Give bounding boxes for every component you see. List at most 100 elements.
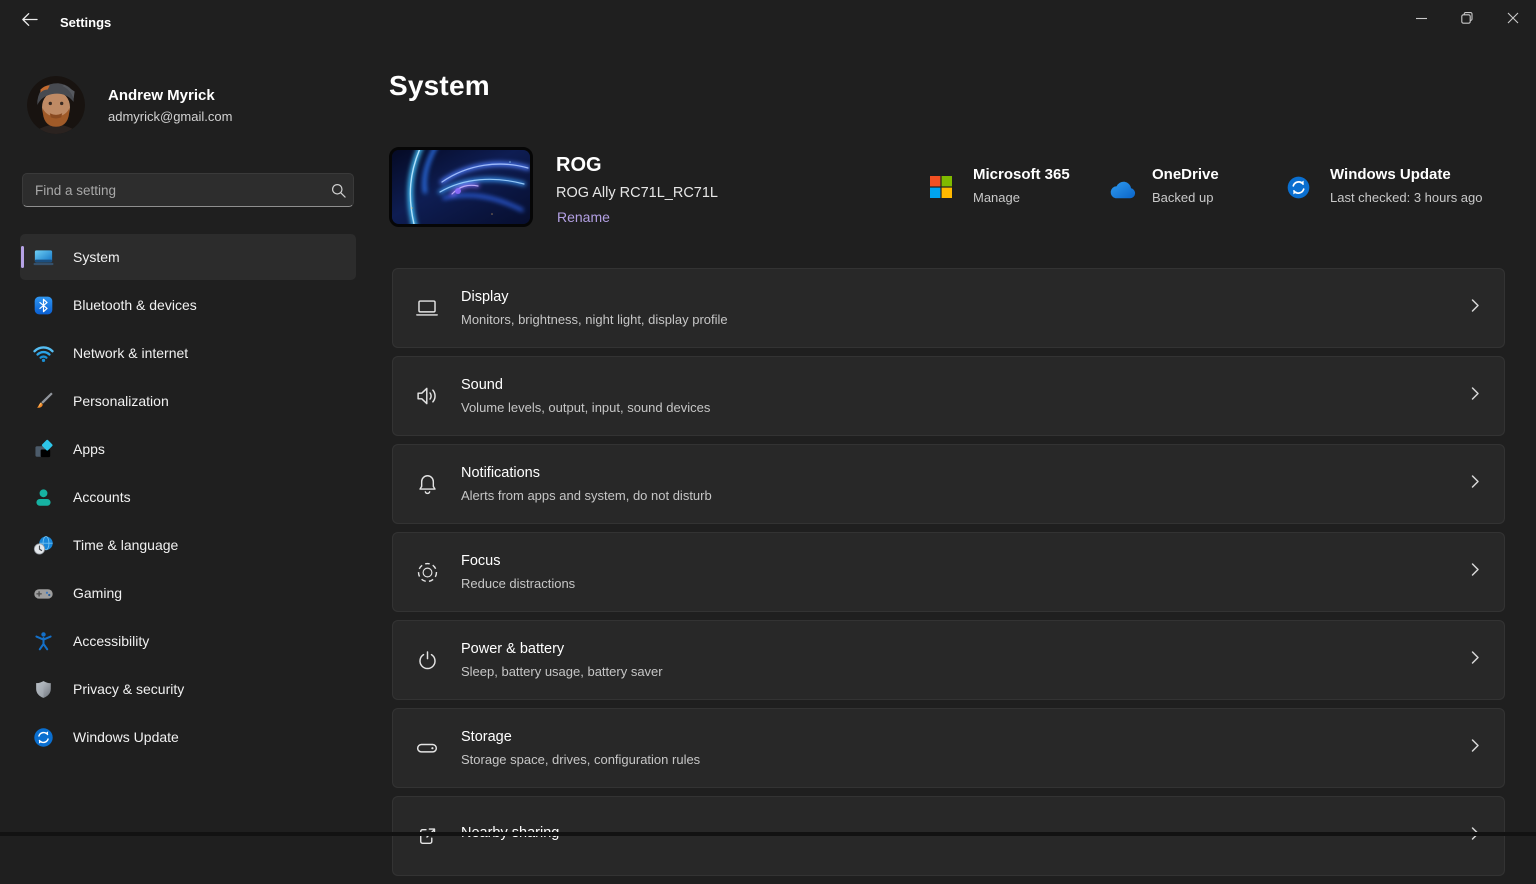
status-subtitle: Manage <box>973 190 1070 205</box>
sidebar-nav: System Bluetooth & devices <box>20 234 356 762</box>
row-title: Display <box>461 289 728 305</box>
sidebar-item-network-internet[interactable]: Network & internet <box>20 330 356 376</box>
sidebar-item-label: Bluetooth & devices <box>73 297 197 313</box>
notifications-bell-icon <box>414 471 440 497</box>
sidebar-item-label: Gaming <box>73 585 122 601</box>
paintbrush-icon <box>32 390 55 413</box>
sidebar-item-label: Network & internet <box>73 345 188 361</box>
sidebar-item-time-language[interactable]: Time & language <box>20 522 356 568</box>
sidebar-item-system[interactable]: System <box>20 234 356 280</box>
row-subtitle: Sleep, battery usage, battery saver <box>461 664 663 679</box>
selection-indicator <box>21 246 24 268</box>
settings-row-nearby-sharing[interactable]: Nearby sharing <box>392 796 1505 876</box>
sidebar-item-label: Privacy & security <box>73 681 184 697</box>
settings-window: Settings <box>0 0 1536 836</box>
chevron-right-icon <box>1468 562 1482 583</box>
bluetooth-icon <box>32 294 55 317</box>
microsoft-365-icon <box>929 175 953 204</box>
settings-rows: Display Monitors, brightness, night ligh… <box>392 268 1505 884</box>
sidebar-item-accessibility[interactable]: Accessibility <box>20 618 356 664</box>
titlebar: Settings <box>0 0 1536 44</box>
sidebar-item-label: System <box>73 249 120 265</box>
row-title: Power & battery <box>461 641 663 657</box>
sidebar-item-apps[interactable]: Apps <box>20 426 356 472</box>
settings-row-display[interactable]: Display Monitors, brightness, night ligh… <box>392 268 1505 348</box>
nearby-sharing-icon <box>414 823 440 849</box>
apps-icon <box>32 438 55 461</box>
status-card-onedrive[interactable]: OneDrive Backed up <box>1152 166 1219 205</box>
sidebar-item-personalization[interactable]: Personalization <box>20 378 356 424</box>
back-arrow-icon <box>21 12 38 32</box>
user-email: admyrick@gmail.com <box>108 109 232 124</box>
row-title: Focus <box>461 553 575 569</box>
user-name: Andrew Myrick <box>108 87 215 104</box>
window-title: Settings <box>60 0 111 44</box>
close-icon <box>1507 12 1519 24</box>
row-title: Storage <box>461 729 700 745</box>
minimize-icon <box>1416 13 1427 24</box>
status-title: Microsoft 365 <box>973 166 1070 183</box>
row-title: Sound <box>461 377 710 393</box>
row-subtitle: Alerts from apps and system, do not dist… <box>461 488 712 503</box>
minimize-button[interactable] <box>1398 0 1444 36</box>
rename-link[interactable]: Rename <box>557 209 610 225</box>
sidebar-item-windows-update[interactable]: Windows Update <box>20 714 356 760</box>
row-subtitle: Storage space, drives, configuration rul… <box>461 752 700 767</box>
sidebar-item-privacy-security[interactable]: Privacy & security <box>20 666 356 712</box>
row-title: Notifications <box>461 465 712 481</box>
sidebar-item-label: Accounts <box>73 489 131 505</box>
sidebar-item-bluetooth-devices[interactable]: Bluetooth & devices <box>20 282 356 328</box>
sidebar-item-accounts[interactable]: Accounts <box>20 474 356 520</box>
sidebar-item-label: Windows Update <box>73 729 179 745</box>
status-title: OneDrive <box>1152 166 1219 183</box>
status-subtitle: Last checked: 3 hours ago <box>1330 190 1483 205</box>
search-icon[interactable] <box>323 183 353 198</box>
onedrive-icon <box>1107 180 1137 204</box>
shield-icon <box>32 678 55 701</box>
chevron-right-icon <box>1468 474 1482 495</box>
sidebar-item-label: Time & language <box>73 537 178 553</box>
display-icon <box>414 295 440 321</box>
settings-row-sound[interactable]: Sound Volume levels, output, input, soun… <box>392 356 1505 436</box>
settings-row-notifications[interactable]: Notifications Alerts from apps and syste… <box>392 444 1505 524</box>
sidebar-item-label: Accessibility <box>73 633 149 649</box>
device-name: ROG <box>556 154 602 177</box>
chevron-right-icon <box>1468 650 1482 671</box>
avatar[interactable] <box>27 76 85 134</box>
windows-update-status-icon <box>1286 175 1311 205</box>
storage-drive-icon <box>414 735 440 761</box>
close-button[interactable] <box>1490 0 1536 36</box>
focus-icon <box>414 559 440 585</box>
settings-row-storage[interactable]: Storage Storage space, drives, configura… <box>392 708 1505 788</box>
row-subtitle: Volume levels, output, input, sound devi… <box>461 400 710 415</box>
accessibility-person-icon <box>32 630 55 653</box>
status-subtitle: Backed up <box>1152 190 1219 205</box>
search-input[interactable] <box>23 183 323 198</box>
sidebar-item-gaming[interactable]: Gaming <box>20 570 356 616</box>
status-title: Windows Update <box>1330 166 1483 183</box>
chevron-right-icon <box>1468 386 1482 407</box>
gamepad-icon <box>32 582 55 605</box>
chevron-right-icon <box>1468 826 1482 847</box>
chevron-right-icon <box>1468 298 1482 319</box>
person-icon <box>32 486 55 509</box>
restore-icon <box>1461 12 1473 24</box>
row-subtitle: Reduce distractions <box>461 576 575 591</box>
search-box <box>22 173 354 207</box>
page-title: System <box>389 70 490 102</box>
row-subtitle: Monitors, brightness, night light, displ… <box>461 312 728 327</box>
status-card-windows-update[interactable]: Windows Update Last checked: 3 hours ago <box>1330 166 1483 205</box>
status-card-microsoft-365[interactable]: Microsoft 365 Manage <box>973 166 1070 205</box>
back-button[interactable] <box>14 8 44 36</box>
globe-clock-icon <box>32 534 55 557</box>
sidebar-item-label: Apps <box>73 441 105 457</box>
restore-button[interactable] <box>1444 0 1490 36</box>
sound-icon <box>414 383 440 409</box>
settings-row-focus[interactable]: Focus Reduce distractions <box>392 532 1505 612</box>
wifi-icon <box>32 342 55 365</box>
device-thumbnail <box>389 147 533 227</box>
chevron-right-icon <box>1468 738 1482 759</box>
power-icon <box>414 647 440 673</box>
system-icon <box>32 246 55 269</box>
settings-row-power-battery[interactable]: Power & battery Sleep, battery usage, ba… <box>392 620 1505 700</box>
